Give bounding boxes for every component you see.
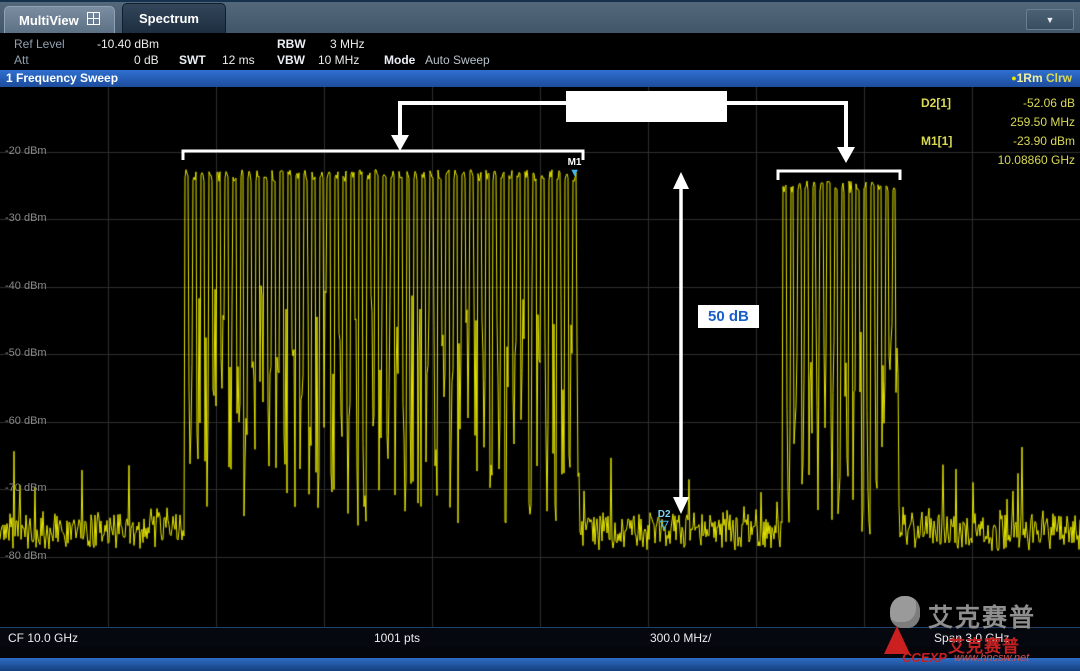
marker-table-row[interactable]: 259.50 MHz (921, 112, 1075, 131)
spectrum-analyzer-window: MultiView Spectrum ▼ Ref Level -10.40 dB… (0, 0, 1080, 671)
y-axis-tick-label: -80 dBm (5, 550, 47, 562)
swt-value[interactable]: 12 ms (222, 53, 255, 67)
sweep-points[interactable]: 1001 pts (374, 631, 420, 645)
watermark-url: www.hncsw.net (954, 652, 1029, 664)
mascot-icon (890, 596, 920, 628)
rbw-label[interactable]: RBW (277, 37, 306, 51)
mode-value[interactable]: Auto Sweep (425, 53, 490, 67)
ref-level-value[interactable]: -10.40 dBm (97, 37, 159, 51)
y-axis-tick-label: -70 dBm (5, 482, 47, 494)
spectrum-canvas[interactable] (0, 87, 1080, 627)
tab-spectrum-label: Spectrum (139, 11, 199, 26)
span-per-division[interactable]: 300.0 MHz/ (650, 631, 711, 645)
mode-label[interactable]: Mode (384, 53, 415, 67)
vbw-value[interactable]: 10 MHz (318, 53, 359, 67)
window-title: 1 Frequency Sweep (6, 71, 118, 85)
att-label[interactable]: Att (14, 53, 29, 67)
settings-bar: Ref Level -10.40 dBm RBW 3 MHz Att 0 dB … (0, 33, 1080, 70)
rbw-value[interactable]: 3 MHz (330, 37, 365, 51)
center-frequency[interactable]: CF 10.0 GHz (8, 631, 78, 645)
marker-level: -23.90 dBm (1013, 134, 1075, 148)
watermark-logo-text: CCEXP (902, 650, 947, 665)
trace-number: 1Rm (1017, 71, 1043, 85)
marker-frequency: 10.08860 GHz (998, 153, 1075, 167)
delta-label: 50 dB (698, 305, 759, 328)
marker-triangle-icon: ▽ (658, 520, 671, 530)
trace-info[interactable]: ●1Rm Clrw (1011, 71, 1072, 85)
tab-list-dropdown-button[interactable]: ▼ (1026, 9, 1074, 30)
vbw-label[interactable]: VBW (277, 53, 305, 67)
marker-name: D2[1] (921, 96, 951, 110)
result-window-titlebar: 1 Frequency Sweep ●1Rm Clrw (0, 70, 1080, 87)
tab-spectrum[interactable]: Spectrum (122, 3, 226, 33)
marker-table-row[interactable]: 10.08860 GHz (921, 150, 1075, 169)
y-axis-tick-label: -30 dBm (5, 212, 47, 224)
graph-area: 50 dB D2[1] -52.06 dB 259.50 MHz M1[1] -… (0, 87, 1080, 627)
trace-mode: Clrw (1046, 71, 1072, 85)
y-axis-tick-label: -50 dBm (5, 347, 47, 359)
y-axis-tick-label: -60 dBm (5, 415, 47, 427)
watermark-brand-text: 艾克赛普 (928, 598, 1036, 634)
y-axis-tick-label: -40 dBm (5, 280, 47, 292)
tab-multiview[interactable]: MultiView (4, 6, 115, 33)
marker-level: -52.06 dB (1023, 96, 1075, 110)
tab-multiview-label: MultiView (19, 13, 79, 28)
multiview-grid-icon (87, 12, 100, 28)
marker-m1[interactable]: M1▼ (568, 158, 582, 178)
marker-d2[interactable]: D2▽ (658, 510, 671, 530)
marker-frequency: 259.50 MHz (1010, 115, 1075, 129)
swt-label[interactable]: SWT (179, 53, 206, 67)
marker-name: M1[1] (921, 134, 952, 148)
marker-table-row[interactable]: M1[1] -23.90 dBm (921, 131, 1075, 150)
y-axis-tick-label: -20 dBm (5, 145, 47, 157)
watermark: 艾克赛普 艾克赛普 CCEXP www.hncsw.net (880, 592, 1080, 671)
marker-triangle-icon: ▼ (568, 168, 582, 178)
marker-table-row[interactable]: D2[1] -52.06 dB (921, 93, 1075, 112)
ref-level-label[interactable]: Ref Level (14, 37, 65, 51)
dropdown-arrow-icon: ▼ (1046, 15, 1055, 25)
marker-table: D2[1] -52.06 dB 259.50 MHz M1[1] -23.90 … (921, 93, 1075, 169)
att-value[interactable]: 0 dB (134, 53, 159, 67)
tab-bar: MultiView Spectrum ▼ (0, 0, 1080, 33)
